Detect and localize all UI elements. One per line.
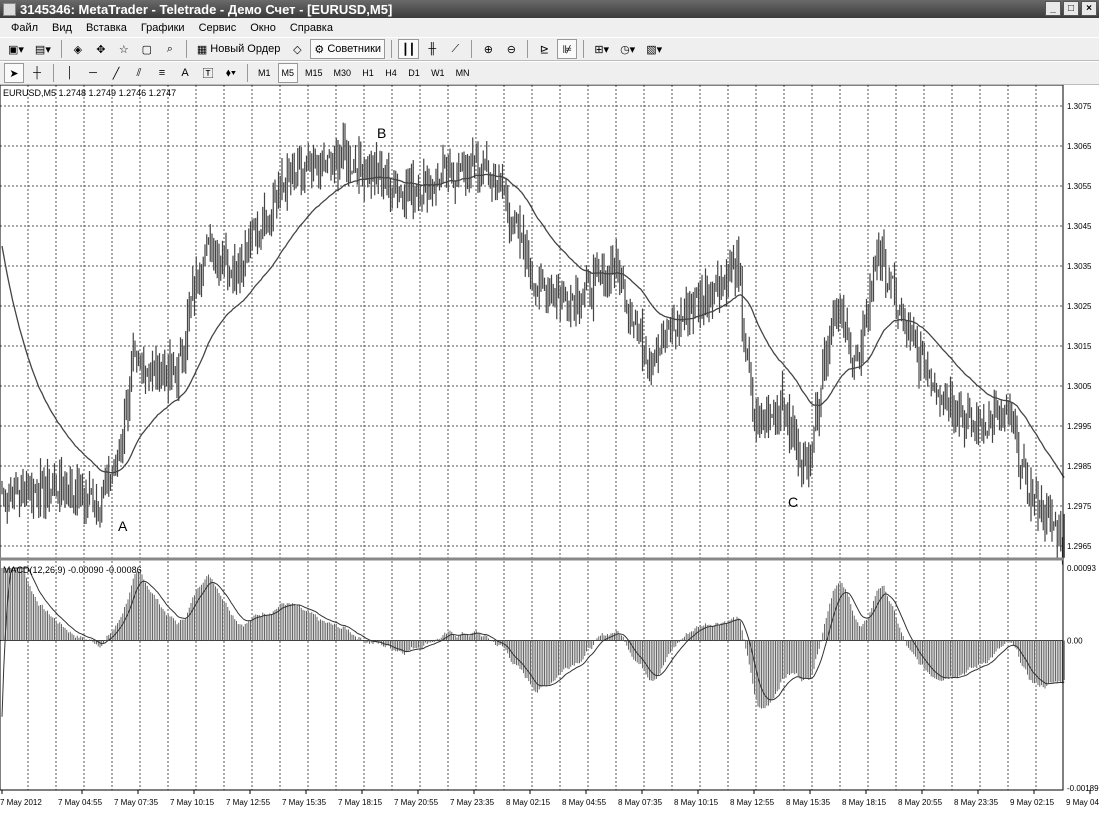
- annotation-b: B: [377, 125, 386, 141]
- menu-insert[interactable]: Вставка: [79, 22, 134, 34]
- autoscroll-icon[interactable]: ⊵: [534, 39, 554, 59]
- title-bar: 3145346: MetaTrader - Teletrade - Демо С…: [0, 0, 1099, 18]
- price-tick: 1.3055: [1067, 182, 1092, 191]
- time-label: 8 May 18:15: [842, 798, 887, 807]
- terminal-icon[interactable]: ▢: [137, 39, 157, 59]
- maximize-button[interactable]: □: [1063, 1, 1079, 16]
- tf-m5[interactable]: M5: [277, 63, 299, 83]
- time-label: 8 May 02:15: [506, 798, 551, 807]
- price-tick: 1.3045: [1067, 222, 1092, 231]
- macd-info: MACD(12,26,9) -0.00090 -0.00086: [3, 565, 142, 575]
- price-tick: 1.3025: [1067, 302, 1092, 311]
- favorites-icon[interactable]: ☆: [114, 39, 134, 59]
- tf-h1[interactable]: H1: [358, 63, 378, 83]
- time-label: 7 May 23:35: [450, 798, 495, 807]
- menu-view[interactable]: Вид: [45, 22, 79, 34]
- price-tick: 1.2995: [1067, 422, 1092, 431]
- annotation-a: A: [118, 518, 128, 534]
- new-order-icon: ▦: [196, 43, 211, 56]
- text-tool[interactable]: A: [175, 63, 195, 83]
- tester-icon[interactable]: ⌕: [160, 39, 180, 59]
- channel-icon[interactable]: ⫽: [129, 63, 149, 83]
- candlestick-icon[interactable]: ╫: [422, 39, 442, 59]
- periods-icon[interactable]: ◷▾: [616, 39, 639, 59]
- tf-w1[interactable]: W1: [427, 63, 449, 83]
- tf-h4[interactable]: H4: [381, 63, 401, 83]
- time-label: 8 May 23:35: [954, 798, 999, 807]
- menu-help[interactable]: Справка: [283, 22, 340, 34]
- chart-shift-icon[interactable]: ⊯: [557, 39, 578, 59]
- expert-advisors-button[interactable]: ⚙ Советники: [310, 39, 386, 59]
- zoom-out-icon[interactable]: ⊖: [501, 39, 521, 59]
- tf-m30[interactable]: M30: [330, 63, 356, 83]
- price-tick: 1.3065: [1067, 142, 1092, 151]
- profiles-icon[interactable]: ▤▾: [31, 39, 55, 59]
- macd-signal-line: [1, 567, 1065, 717]
- bar-chart-icon[interactable]: ┃┃: [398, 39, 420, 59]
- navigator-icon[interactable]: ✥: [91, 39, 111, 59]
- vertical-line-icon[interactable]: │: [60, 63, 80, 83]
- market-watch-icon[interactable]: ◈: [68, 39, 88, 59]
- time-label: 8 May 10:15: [674, 798, 719, 807]
- metaeditor-icon[interactable]: ◇: [287, 39, 307, 59]
- tf-m1[interactable]: M1: [254, 63, 275, 83]
- price-tick: 1.2975: [1067, 502, 1092, 511]
- time-label: 7 May 12:55: [226, 798, 271, 807]
- price-tick: 1.3035: [1067, 262, 1092, 271]
- time-label: 9 May 04:55: [1066, 798, 1099, 807]
- price-tick: 1.3075: [1067, 102, 1092, 111]
- menu-tools[interactable]: Сервис: [192, 22, 244, 34]
- time-label: 7 May 20:55: [394, 798, 439, 807]
- macd-tick: 0.00: [1067, 637, 1083, 646]
- time-label: 7 May 18:15: [338, 798, 383, 807]
- app-icon: [3, 2, 16, 16]
- menu-file[interactable]: Файл: [4, 22, 45, 34]
- trendline-icon[interactable]: ╱: [106, 63, 126, 83]
- time-label: 8 May 12:55: [730, 798, 775, 807]
- indicators-icon[interactable]: ⊞▾: [590, 39, 613, 59]
- time-label: 8 May 07:35: [618, 798, 663, 807]
- new-order-button[interactable]: ▦ Новый Ордер: [193, 39, 285, 59]
- menu-bar: Файл Вид Вставка Графики Сервис Окно Спр…: [0, 18, 1099, 37]
- zoom-in-icon[interactable]: ⊕: [478, 39, 498, 59]
- time-label: 7 May 15:35: [282, 798, 327, 807]
- chart-area[interactable]: 1.3075 1.3065 1.3055 1.3045 1.3035 1.3025 1.30…: [0, 85, 1099, 815]
- time-label: 7 May 10:15: [170, 798, 215, 807]
- cursor-icon[interactable]: ➤: [4, 63, 24, 83]
- symbol-info: EURUSD,M5 1.2748 1.2749 1.2746 1.2747: [3, 88, 176, 98]
- macd-tick: 0.00093: [1067, 564, 1096, 573]
- menu-charts[interactable]: Графики: [134, 22, 192, 34]
- price-tick: 1.2985: [1067, 462, 1092, 471]
- menu-window[interactable]: Окно: [243, 22, 283, 34]
- text-label-icon[interactable]: 🅃: [198, 63, 218, 83]
- line-chart-icon[interactable]: ⟋: [445, 39, 465, 59]
- tf-mn[interactable]: MN: [452, 63, 474, 83]
- time-label: 9 May 02:15: [1010, 798, 1055, 807]
- templates-icon[interactable]: ▧▾: [642, 39, 666, 59]
- new-chart-icon[interactable]: ▣▾: [4, 39, 28, 59]
- fibonacci-icon[interactable]: ≡: [152, 63, 172, 83]
- horizontal-line-icon[interactable]: ─: [83, 63, 103, 83]
- time-label: 8 May 04:55: [562, 798, 607, 807]
- tf-m15[interactable]: M15: [301, 63, 327, 83]
- time-label: 7 May 04:55: [58, 798, 103, 807]
- annotation-c: C: [788, 494, 798, 510]
- time-label: 7 May 07:35: [114, 798, 159, 807]
- time-label: 8 May 15:35: [786, 798, 831, 807]
- price-tick: 1.3015: [1067, 342, 1092, 351]
- tf-d1[interactable]: D1: [404, 63, 424, 83]
- minimize-button[interactable]: _: [1045, 1, 1061, 16]
- time-label: 7 May 2012: [0, 798, 42, 807]
- line-studies-toolbar: ➤ ┼ │ ─ ╱ ⫽ ≡ A 🅃 ⬧▾ M1 M5 M15 M30 H1 H4…: [0, 61, 1099, 85]
- macd-tick: -0.00189: [1067, 784, 1099, 793]
- time-label: 8 May 20:55: [898, 798, 943, 807]
- window-title: 3145346: MetaTrader - Teletrade - Демо С…: [20, 1, 393, 17]
- standard-toolbar: ▣▾ ▤▾ ◈ ✥ ☆ ▢ ⌕ ▦ Новый Ордер ◇ ⚙ Советн…: [0, 37, 1099, 61]
- price-tick: 1.2965: [1067, 542, 1092, 551]
- arrows-icon[interactable]: ⬧▾: [221, 63, 241, 83]
- advisors-icon: ⚙: [314, 43, 328, 56]
- close-button[interactable]: ×: [1081, 1, 1097, 16]
- price-tick: 1.3005: [1067, 382, 1092, 391]
- crosshair-icon[interactable]: ┼: [27, 63, 47, 83]
